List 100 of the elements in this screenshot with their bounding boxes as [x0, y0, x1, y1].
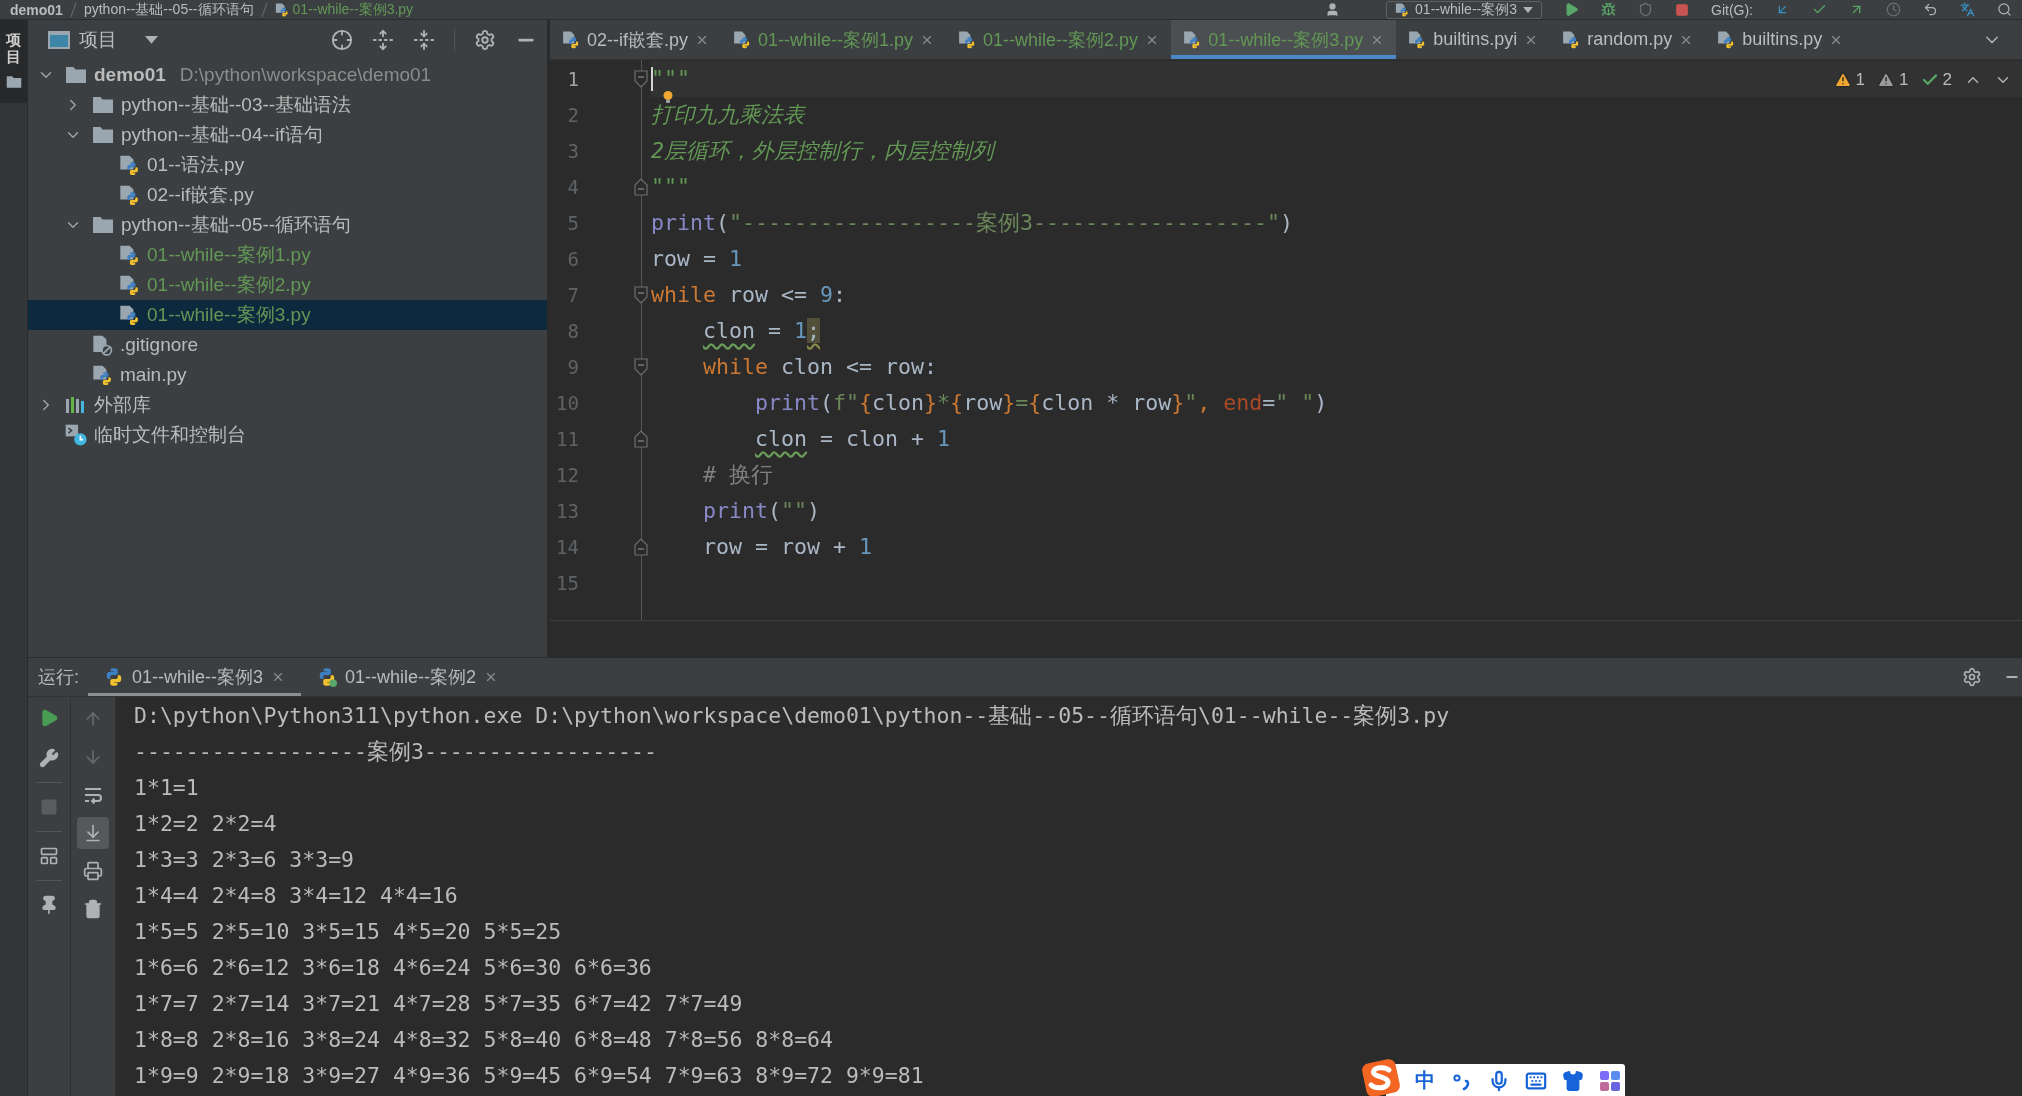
fold-end-icon[interactable]	[634, 178, 648, 196]
editor-tab[interactable]: builtins.py	[1705, 20, 1856, 59]
clock-icon[interactable]	[1886, 2, 1901, 17]
python-file-icon	[1408, 30, 1427, 49]
python-file-icon	[119, 184, 140, 206]
editor-tab[interactable]: 01--while--案例2.py	[946, 20, 1172, 59]
python-file-icon	[92, 364, 113, 386]
pin-icon[interactable]	[39, 895, 59, 915]
stop-icon[interactable]	[1675, 2, 1689, 17]
shield-icon[interactable]	[1638, 2, 1653, 17]
line-number: 3	[567, 139, 579, 164]
layout-icon[interactable]	[39, 846, 59, 866]
apps-icon[interactable]	[1599, 1069, 1621, 1092]
undo-icon[interactable]	[1923, 2, 1938, 17]
wrench-icon[interactable]	[39, 748, 59, 768]
code-line: """	[651, 175, 690, 199]
settings-icon[interactable]	[1962, 667, 1982, 687]
console-line: 1*3=3 2*3=6 3*3=9	[134, 846, 355, 874]
editor-tab[interactable]: 02--if嵌套.py	[550, 20, 722, 59]
line-number: 5	[567, 211, 579, 236]
fold-start-icon[interactable]	[634, 286, 648, 304]
console-line: 1*8=8 2*8=16 3*8=24 4*8=32 5*8=40 6*8=48 7*8=56 8*8=64	[134, 1026, 833, 1054]
tree-item[interactable]: python--基础--05--循环语句	[28, 210, 547, 240]
line-number: 12	[556, 463, 579, 488]
inspection-button[interactable]: 1	[1877, 70, 1909, 90]
collapse-all-icon[interactable]	[413, 29, 435, 51]
breadcrumb[interactable]: 01--while--案例3.py	[274, 0, 414, 19]
tree-item[interactable]: 01--语法.py	[28, 150, 547, 180]
folder-icon	[65, 66, 87, 84]
shirt-icon[interactable]	[1562, 1069, 1584, 1092]
line-number: 2	[567, 103, 579, 128]
code-line: row = 1	[651, 247, 743, 271]
fold-start-icon[interactable]	[634, 358, 648, 376]
tree-item[interactable]: 01--while--案例1.py	[28, 240, 547, 270]
console-line: 1*6=6 2*6=12 3*6=18 4*6=24 5*6=30 6*6=36	[134, 954, 652, 982]
python-file-icon	[1562, 30, 1581, 49]
bug-icon[interactable]	[1601, 2, 1616, 17]
code-line: print("------------------案例3------------------")	[651, 211, 1294, 235]
fold-end-icon[interactable]	[634, 430, 648, 448]
editor-tab[interactable]: builtins.pyi	[1396, 20, 1551, 59]
fold-end-icon[interactable]	[634, 538, 648, 556]
folder-icon	[92, 126, 114, 144]
breadcrumb[interactable]: demo01	[10, 1, 63, 18]
fold-start-icon[interactable]	[634, 70, 648, 88]
user-icon[interactable]	[1325, 2, 1341, 17]
tree-item[interactable]: main.py	[28, 360, 547, 390]
crosshair-icon[interactable]	[331, 29, 353, 51]
scroll-to-end-button[interactable]	[77, 817, 109, 849]
warning-icon	[1877, 71, 1896, 89]
editor-tab[interactable]: 01--while--案例1.py	[721, 20, 947, 59]
inspection-button[interactable]: 2	[1920, 70, 1952, 90]
folder-icon	[5, 75, 22, 89]
tree-item[interactable]: .gitignore	[28, 330, 547, 360]
inspection-button[interactable]: 1	[1833, 70, 1866, 90]
view-dropdown[interactable]: 项目	[79, 27, 158, 53]
line-number: 4	[567, 175, 579, 200]
run-tab[interactable]: 01--while--案例2	[301, 658, 515, 696]
git-label: Git(G):	[1711, 1, 1753, 18]
soft-wrap-icon[interactable]	[83, 786, 103, 804]
code-line: print("")	[703, 499, 821, 523]
microphone-icon[interactable]	[1488, 1069, 1510, 1092]
python-file-icon	[1395, 2, 1410, 17]
code-line: 打印九九乘法表	[651, 103, 805, 127]
lightbulb-icon[interactable]	[663, 91, 673, 103]
code-line: print(f"{clon}*{row}={clon * row}", end=" ")	[755, 391, 1328, 415]
caret-down-icon	[1523, 6, 1533, 13]
tool-window-tab[interactable]: 项目	[0, 20, 27, 103]
line-number: 8	[567, 319, 579, 344]
search-icon[interactable]	[1997, 2, 2012, 17]
tree-item[interactable]: 临时文件和控制台	[28, 420, 547, 450]
expand-all-icon[interactable]	[372, 29, 394, 51]
tree-item[interactable]: python--基础--03--基础语法	[28, 90, 547, 120]
run-icon[interactable]	[39, 708, 59, 728]
translate-icon[interactable]	[1960, 2, 1975, 17]
tree-item[interactable]: demo01 D:\python\workspace\demo01	[28, 60, 547, 90]
python-file-icon	[562, 30, 580, 49]
code-line: """	[651, 67, 690, 91]
trash-icon[interactable]	[83, 899, 103, 919]
folder-icon	[92, 216, 114, 234]
tree-item[interactable]: 外部库	[28, 390, 547, 420]
tree-item[interactable]: 01--while--案例2.py	[28, 270, 547, 300]
run-tab[interactable]: 01--while--案例3	[88, 658, 302, 696]
editor-tab[interactable]: random.py	[1550, 20, 1706, 59]
tree-item[interactable]: 02--if嵌套.py	[28, 180, 547, 210]
input-mode-toggle[interactable]: 中	[1414, 1067, 1436, 1094]
play-icon[interactable]	[1564, 2, 1579, 17]
console-line: D:\python\Python311\python.exe D:\python\workspace\demo01\python--基础--05--循环语句\01--while--案例3.py	[134, 702, 1450, 730]
tree-item[interactable]: python--基础--04--if语句	[28, 120, 547, 150]
breadcrumb[interactable]: python--基础--05--循环语句	[83, 0, 254, 19]
scroll-to-end-icon[interactable]	[83, 823, 103, 843]
console-line: 1*5=5 2*5=10 3*5=15 4*5=20 5*5=25	[134, 918, 562, 946]
console-line: ------------------案例3------------------	[134, 738, 657, 766]
line-number: 7	[567, 283, 579, 308]
tree-item[interactable]: 01--while--案例3.py	[28, 300, 547, 330]
console-line: 1*1=1	[134, 774, 199, 802]
print-icon[interactable]	[83, 861, 103, 881]
line-number: 13	[556, 499, 579, 524]
line-number: 14	[556, 535, 579, 560]
settings-icon[interactable]	[474, 29, 496, 51]
run-config-dropdown[interactable]: 01--while--案例3	[1386, 0, 1542, 19]
